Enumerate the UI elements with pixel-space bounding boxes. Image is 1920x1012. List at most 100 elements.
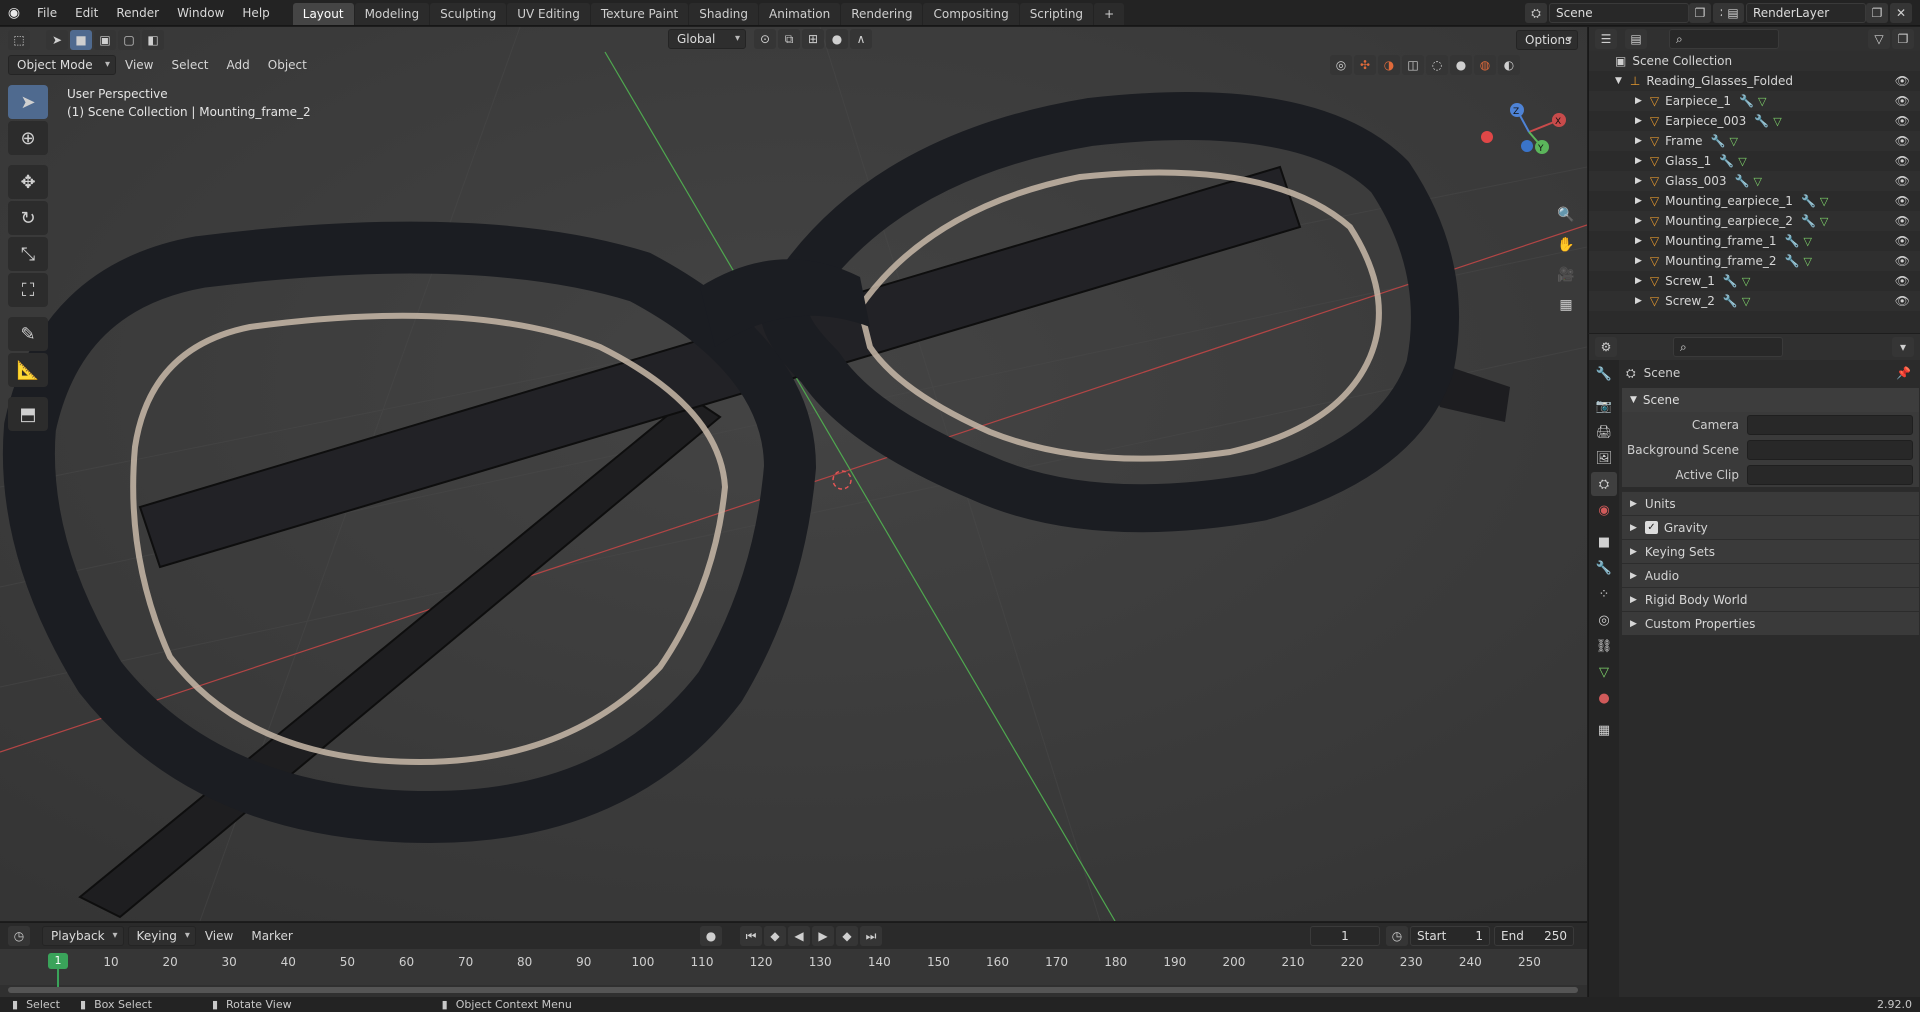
menu-edit[interactable]: Edit	[66, 0, 107, 26]
expand-chevron-icon[interactable]: ▶	[1635, 96, 1642, 106]
preview-range-icon[interactable]: ◷	[1386, 926, 1408, 946]
timeline-menu-view[interactable]: View	[196, 929, 242, 943]
current-frame-field[interactable]: 1	[1310, 926, 1380, 946]
particles-tab-icon[interactable]: ⁘	[1591, 582, 1617, 606]
mesh-data-icon[interactable]: ▽	[1742, 275, 1750, 288]
playback-dropdown[interactable]: Playback	[42, 926, 124, 946]
select-box-tool-icon[interactable]: ➤	[8, 85, 48, 119]
collapse-chevron-icon[interactable]: ▼	[1615, 76, 1622, 86]
modifier-wrench-icon[interactable]: 🔧	[1754, 114, 1769, 128]
tab-layout[interactable]: Layout	[292, 2, 354, 25]
menu-select[interactable]: Select	[162, 58, 217, 72]
data-tab-icon[interactable]: ▽	[1591, 660, 1617, 684]
expand-chevron-icon[interactable]: ▶	[1635, 116, 1642, 126]
prev-keyframe-icon[interactable]: ◆	[764, 926, 786, 946]
scene-panel-header[interactable]: ▼ Scene	[1622, 388, 1919, 412]
zoom-icon[interactable]: 🔍	[1553, 202, 1579, 228]
scene-collection-row[interactable]: ▣ Scene Collection	[1589, 51, 1920, 71]
scale-tool-icon[interactable]: ⤡	[8, 237, 48, 271]
modifier-wrench-icon[interactable]: 🔧	[1719, 154, 1734, 168]
visibility-eye-icon[interactable]: 👁	[1895, 154, 1910, 168]
visibility-eye-icon[interactable]: 👁	[1895, 74, 1910, 88]
visibility-eye-icon[interactable]: 👁	[1895, 294, 1910, 308]
select-invert-icon[interactable]: ◧	[142, 29, 164, 50]
outliner-object-row[interactable]: ▶ ▽ Mounting_frame_2 🔧 ▽ 👁	[1589, 251, 1920, 271]
mesh-data-icon[interactable]: ▽	[1738, 155, 1746, 168]
expand-chevron-icon[interactable]: ▶	[1635, 216, 1642, 226]
tab-compositing[interactable]: Compositing	[923, 2, 1019, 25]
units-panel[interactable]: ▶ Units	[1622, 491, 1919, 515]
properties-editor-type-icon[interactable]: ⚙	[1595, 337, 1617, 357]
output-tab-icon[interactable]: 🖨	[1591, 420, 1617, 444]
xray-toggle-icon[interactable]: ◫	[1402, 55, 1424, 75]
expand-chevron-icon[interactable]: ▶	[1635, 256, 1642, 266]
options-dropdown[interactable]: Options	[1516, 30, 1578, 50]
add-cube-tool-icon[interactable]: ⬒	[8, 397, 48, 431]
outliner-object-row[interactable]: ▶ ▽ Mounting_earpiece_2 🔧 ▽ 👁	[1589, 211, 1920, 231]
visibility-icon[interactable]: ◎	[1330, 55, 1352, 75]
outliner-object-row[interactable]: ▶ ▽ Mounting_earpiece_1 🔧 ▽ 👁	[1589, 191, 1920, 211]
visibility-eye-icon[interactable]: 👁	[1895, 234, 1910, 248]
object-tab-icon[interactable]: ■	[1591, 530, 1617, 554]
outliner-object-row[interactable]: ▶ ▽ Glass_003 🔧 ▽ 👁	[1589, 171, 1920, 191]
physics-tab-icon[interactable]: ◎	[1591, 608, 1617, 632]
new-view-layer-icon[interactable]: ❐	[1866, 3, 1888, 23]
constraints-tab-icon[interactable]: ⛓	[1591, 634, 1617, 658]
expand-chevron-icon[interactable]: ▶	[1635, 276, 1642, 286]
mesh-data-icon[interactable]: ▽	[1742, 295, 1750, 308]
active-clip-field[interactable]	[1747, 464, 1913, 485]
tab-modeling[interactable]: Modeling	[354, 2, 430, 25]
outliner-editor-type-icon[interactable]: ☰	[1595, 29, 1617, 49]
annotate-tool-icon[interactable]: ✎	[8, 317, 48, 351]
wireframe-shading-icon[interactable]: ◌	[1426, 55, 1448, 75]
outliner-object-row[interactable]: ▶ ▽ Screw_1 🔧 ▽ 👁	[1589, 271, 1920, 291]
tab-shading[interactable]: Shading	[689, 2, 758, 25]
material-shading-icon[interactable]: ◍	[1474, 55, 1496, 75]
expand-chevron-icon[interactable]: ▶	[1635, 156, 1642, 166]
modifier-wrench-icon[interactable]: 🔧	[1801, 194, 1816, 208]
editor-type-icon[interactable]: ⬚	[8, 29, 30, 50]
overlays-toggle-icon[interactable]: ◑	[1378, 55, 1400, 75]
start-frame-field[interactable]: Start 1	[1410, 926, 1490, 946]
outliner-object-row[interactable]: ▶ ▽ Earpiece_003 🔧 ▽ 👁	[1589, 111, 1920, 131]
gizmo-toggle-icon[interactable]: ✣	[1354, 55, 1376, 75]
visibility-eye-icon[interactable]: 👁	[1895, 114, 1910, 128]
modifier-wrench-icon[interactable]: 🔧	[1801, 214, 1816, 228]
select-extend-icon[interactable]: ▣	[94, 29, 116, 50]
material-tab-icon[interactable]: ●	[1591, 686, 1617, 710]
audio-panel[interactable]: ▶ Audio	[1622, 563, 1919, 587]
playhead-line[interactable]	[57, 969, 59, 987]
mesh-data-icon[interactable]: ▽	[1804, 255, 1812, 268]
menu-add[interactable]: Add	[218, 58, 259, 72]
texture-tab-icon[interactable]: ▦	[1591, 718, 1617, 742]
world-tab-icon[interactable]: ◉	[1591, 498, 1617, 522]
playhead-marker[interactable]: 1	[48, 953, 68, 969]
outliner-object-row[interactable]: ▶ ▽ Glass_1 🔧 ▽ 👁	[1589, 151, 1920, 171]
scene-name-field[interactable]: Scene	[1549, 3, 1689, 23]
rigid-body-world-panel[interactable]: ▶ Rigid Body World	[1622, 587, 1919, 611]
modifier-wrench-icon[interactable]: 🔧	[1739, 94, 1754, 108]
rendered-shading-icon[interactable]: ◐	[1498, 55, 1520, 75]
axis-gizmo[interactable]: X Z Y	[1467, 92, 1587, 172]
jump-start-icon[interactable]: ⏮	[740, 926, 762, 946]
pivot-point-icon[interactable]: ⊙	[754, 29, 776, 49]
scene-tab-icon[interactable]: ⛭	[1591, 472, 1617, 496]
view-layer-field[interactable]: RenderLayer	[1746, 3, 1866, 23]
mesh-data-icon[interactable]: ▽	[1820, 195, 1828, 208]
tab-rendering[interactable]: Rendering	[841, 2, 923, 25]
modifier-wrench-icon[interactable]: 🔧	[1723, 294, 1738, 308]
record-icon[interactable]: ●	[700, 926, 722, 946]
custom-properties-panel[interactable]: ▶ Custom Properties	[1622, 611, 1919, 635]
tab-scripting[interactable]: Scripting	[1019, 2, 1094, 25]
play-icon[interactable]: ▶	[812, 926, 834, 946]
mesh-data-icon[interactable]: ▽	[1754, 175, 1762, 188]
keying-sets-panel[interactable]: ▶ Keying Sets	[1622, 539, 1919, 563]
falloff-icon[interactable]: ∧	[850, 29, 872, 49]
expand-chevron-icon[interactable]: ▶	[1635, 136, 1642, 146]
pan-hand-icon[interactable]: ✋	[1553, 232, 1579, 258]
mesh-data-icon[interactable]: ▽	[1730, 135, 1738, 148]
mesh-data-icon[interactable]: ▽	[1773, 115, 1781, 128]
menu-help[interactable]: Help	[233, 0, 278, 26]
mesh-data-icon[interactable]: ▽	[1820, 215, 1828, 228]
menu-view[interactable]: View	[116, 58, 162, 72]
